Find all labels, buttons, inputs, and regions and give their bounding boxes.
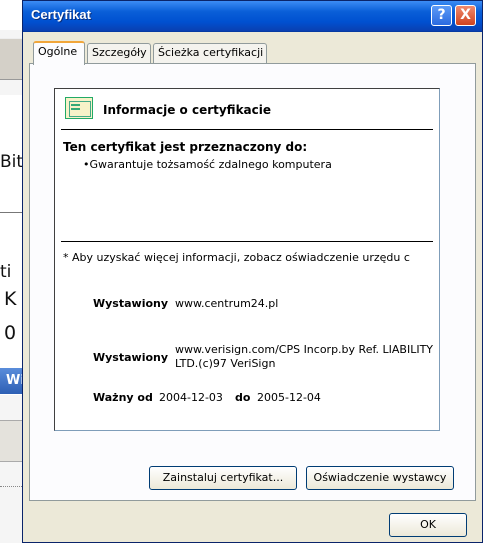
- divider: [61, 129, 433, 130]
- info-note: * Aby uzyskać więcej informacji, zobacz …: [63, 251, 410, 264]
- valid-from-label: Ważny od: [93, 391, 153, 404]
- divider: [61, 241, 433, 242]
- install-certificate-button[interactable]: Zainstaluj certyfikat...: [149, 466, 297, 490]
- tab-certification-path[interactable]: Ścieżka certyfikacji: [153, 43, 267, 63]
- info-heading: Informacje o certyfikacie: [103, 103, 272, 117]
- valid-from-value[interactable]: 2004-12-03: [159, 391, 223, 404]
- purpose-title: Ten certyfikat jest przeznaczony do:: [63, 140, 308, 154]
- certificate-info-box: Informacje o certyfikacie Ten certyfikat…: [54, 88, 440, 431]
- issued-by-value[interactable]: www.verisign.com/CPS Incorp.by Ref. LIAB…: [175, 343, 433, 356]
- tab-details[interactable]: Szczegóły: [87, 43, 151, 63]
- title-bar[interactable]: Certyfikat ? X: [23, 1, 482, 32]
- certificate-dialog: Certyfikat ? X Ogólne Szczegóły Ścieżka …: [22, 0, 483, 543]
- general-tab-panel: Informacje o certyfikacie Ten certyfikat…: [29, 63, 476, 501]
- dialog-title: Certyfikat: [31, 7, 91, 22]
- issued-by-value-line2[interactable]: LTD.(c)97 VeriSign: [175, 357, 275, 370]
- issued-to-value[interactable]: www.centrum24.pl: [175, 297, 278, 310]
- valid-to-value[interactable]: 2005-12-04: [257, 391, 321, 404]
- issued-to-label: Wystawiony: [93, 297, 169, 310]
- certificate-icon: [65, 97, 93, 119]
- issuer-statement-button[interactable]: Oświadczenie wystawcy: [306, 466, 454, 490]
- issued-by-label: Wystawiony: [93, 351, 169, 364]
- tab-general[interactable]: Ogólne: [33, 41, 85, 65]
- help-button[interactable]: ?: [431, 5, 452, 26]
- close-button[interactable]: X: [455, 5, 476, 26]
- ok-button[interactable]: OK: [389, 513, 467, 537]
- valid-to-label: do: [235, 391, 251, 404]
- purpose-item: •Gwarantuje tożsamość zdalnego komputera: [83, 158, 332, 171]
